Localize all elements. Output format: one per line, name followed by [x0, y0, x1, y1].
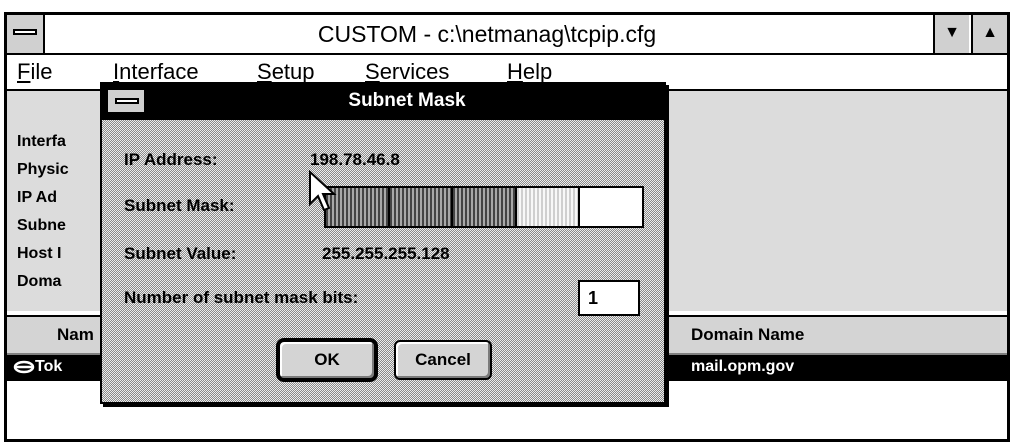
row-domain-name: mail.opm.gov	[691, 358, 795, 375]
mask-octet-5[interactable]	[580, 188, 642, 226]
subnet-label: Subne	[17, 217, 66, 234]
mask-octet-4[interactable]	[516, 188, 581, 226]
subnet-mask-dialog: Subnet Mask IP Address: 198.78.46.8 Subn…	[100, 82, 666, 404]
dialog-system-menu-icon[interactable]	[106, 88, 146, 114]
dialog-title: Subnet Mask	[348, 90, 466, 111]
domain-label: Doma	[17, 273, 62, 290]
subnet-mask-bar[interactable]	[324, 186, 644, 228]
title-bar[interactable]: CUSTOM - c:\netmanag\tcpip.cfg ▼ ▲	[7, 15, 1007, 55]
minimize-icon[interactable]: ▼	[933, 15, 969, 53]
ok-button[interactable]: OK	[278, 340, 376, 380]
link-icon	[13, 358, 35, 381]
subnet-value: 255.255.255.128	[322, 244, 450, 263]
dialog-title-bar[interactable]: Subnet Mask	[102, 84, 664, 120]
mask-bits-input[interactable]	[578, 280, 640, 316]
system-menu-icon[interactable]	[7, 15, 45, 53]
column-domain-name[interactable]: Domain Name	[691, 325, 804, 345]
window-title: CUSTOM - c:\netmanag\tcpip.cfg	[317, 21, 657, 47]
mask-octet-3[interactable]	[453, 188, 517, 226]
ip-address-label: IP Address:	[124, 150, 218, 169]
column-name[interactable]: Nam	[57, 325, 94, 345]
maximize-icon[interactable]: ▲	[971, 15, 1007, 53]
mask-octet-2[interactable]	[389, 188, 454, 226]
interface-label: Interfa	[17, 133, 66, 150]
row-name: Tok	[35, 358, 63, 375]
physical-label: Physic	[17, 161, 69, 178]
menu-file[interactable]: File	[17, 59, 52, 85]
mask-bits-label: Number of subnet mask bits:	[124, 288, 359, 307]
cancel-button[interactable]: Cancel	[394, 340, 492, 380]
arrow-cursor-icon	[309, 170, 337, 212]
subnet-value-label: Subnet Value:	[124, 244, 237, 263]
ip-address-value: 198.78.46.8	[310, 150, 400, 169]
ip-address-label: IP Ad	[17, 189, 58, 206]
host-label: Host I	[17, 245, 62, 262]
subnet-mask-label: Subnet Mask:	[124, 196, 235, 215]
